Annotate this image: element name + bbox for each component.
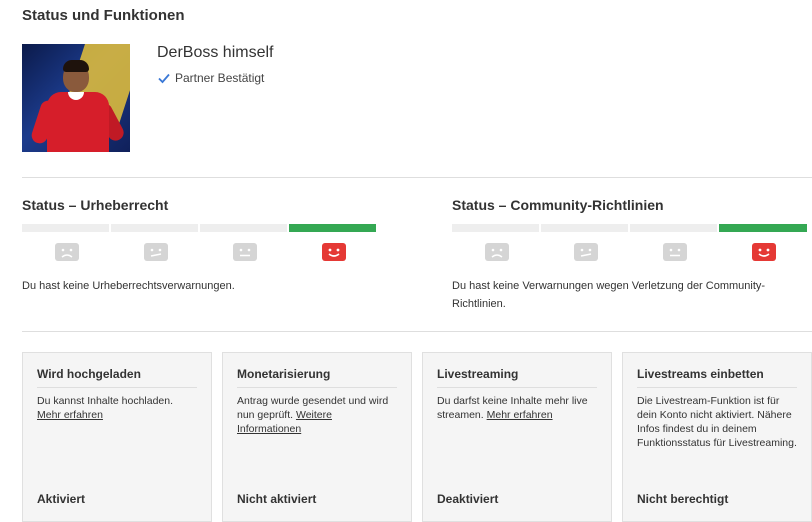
face-neutral-icon — [630, 242, 719, 262]
community-status-message-line: Du hast keine Verwarnungen wegen Verletz… — [452, 280, 766, 292]
check-icon — [158, 73, 170, 84]
status-segment — [111, 224, 198, 232]
card-title: Livestreaming — [437, 367, 597, 388]
card-title: Wird hochgeladen — [37, 367, 197, 388]
face-skeptical-icon — [111, 242, 200, 262]
card-status: Aktiviert — [37, 492, 86, 506]
card-description-text: Die Livestream-Funktion ist für dein Kon… — [637, 395, 797, 449]
card-status: Deaktiviert — [437, 492, 499, 506]
community-status-message: Du hast keine Verwarnungen wegen Verletz… — [452, 277, 765, 313]
face-sad-icon — [22, 242, 111, 262]
card-description: Antrag wurde gesendet und wird nun geprü… — [237, 394, 397, 436]
feature-card-upload: Wird hochgeladen Du kannst Inhalte hochl… — [22, 352, 212, 522]
status-segment-active — [289, 224, 376, 232]
partner-status: Partner Bestätigt — [157, 71, 264, 85]
card-description-text: Du kannst Inhalte hochladen. — [37, 395, 174, 407]
divider — [22, 331, 812, 332]
card-title: Monetarisierung — [237, 367, 397, 388]
status-segment — [452, 224, 539, 232]
avatar — [22, 44, 130, 152]
learn-more-link[interactable]: Mehr erfahren — [487, 409, 553, 421]
copyright-status-title: Status – Urheberrecht — [22, 197, 169, 213]
community-status-title: Status – Community-Richtlinien — [452, 197, 664, 213]
community-status-message-line: Richtlinien. — [452, 298, 506, 310]
status-segment — [541, 224, 628, 232]
card-description: Du darfst keine Inhalte mehr live stream… — [437, 394, 597, 422]
status-segment — [200, 224, 287, 232]
channel-name: DerBoss himself — [157, 44, 274, 61]
face-happy-icon — [289, 242, 378, 262]
card-status: Nicht berechtigt — [637, 492, 729, 506]
card-description: Du kannst Inhalte hochladen. Mehr erfahr… — [37, 394, 197, 422]
page-title: Status und Funktionen — [22, 7, 185, 24]
feature-card-monetization: Monetarisierung Antrag wurde gesendet un… — [222, 352, 412, 522]
status-segment — [630, 224, 717, 232]
feature-card-livestreaming: Livestreaming Du darfst keine Inhalte me… — [422, 352, 612, 522]
face-neutral-icon — [200, 242, 289, 262]
face-skeptical-icon — [541, 242, 630, 262]
avatar-figure-hair — [63, 60, 89, 72]
feature-card-embed-livestreams: Livestreams einbetten Die Livestream-Fun… — [622, 352, 812, 522]
card-description: Die Livestream-Funktion ist für dein Kon… — [637, 394, 797, 450]
divider — [22, 177, 812, 178]
card-title: Livestreams einbetten — [637, 367, 797, 388]
learn-more-link[interactable]: Mehr erfahren — [37, 409, 103, 421]
status-segment — [22, 224, 109, 232]
avatar-figure-body — [47, 92, 109, 152]
card-status: Nicht aktiviert — [237, 492, 317, 506]
partner-label: Partner Bestätigt — [175, 71, 265, 85]
face-sad-icon — [452, 242, 541, 262]
copyright-status-faces — [22, 242, 378, 262]
community-status-faces — [452, 242, 808, 262]
status-segment-active — [719, 224, 807, 232]
copyright-status-bar — [22, 224, 376, 232]
copyright-status-message: Du hast keine Urheberrechtsverwarnungen. — [22, 280, 235, 292]
community-status-bar — [452, 224, 807, 232]
face-happy-icon — [719, 242, 808, 262]
